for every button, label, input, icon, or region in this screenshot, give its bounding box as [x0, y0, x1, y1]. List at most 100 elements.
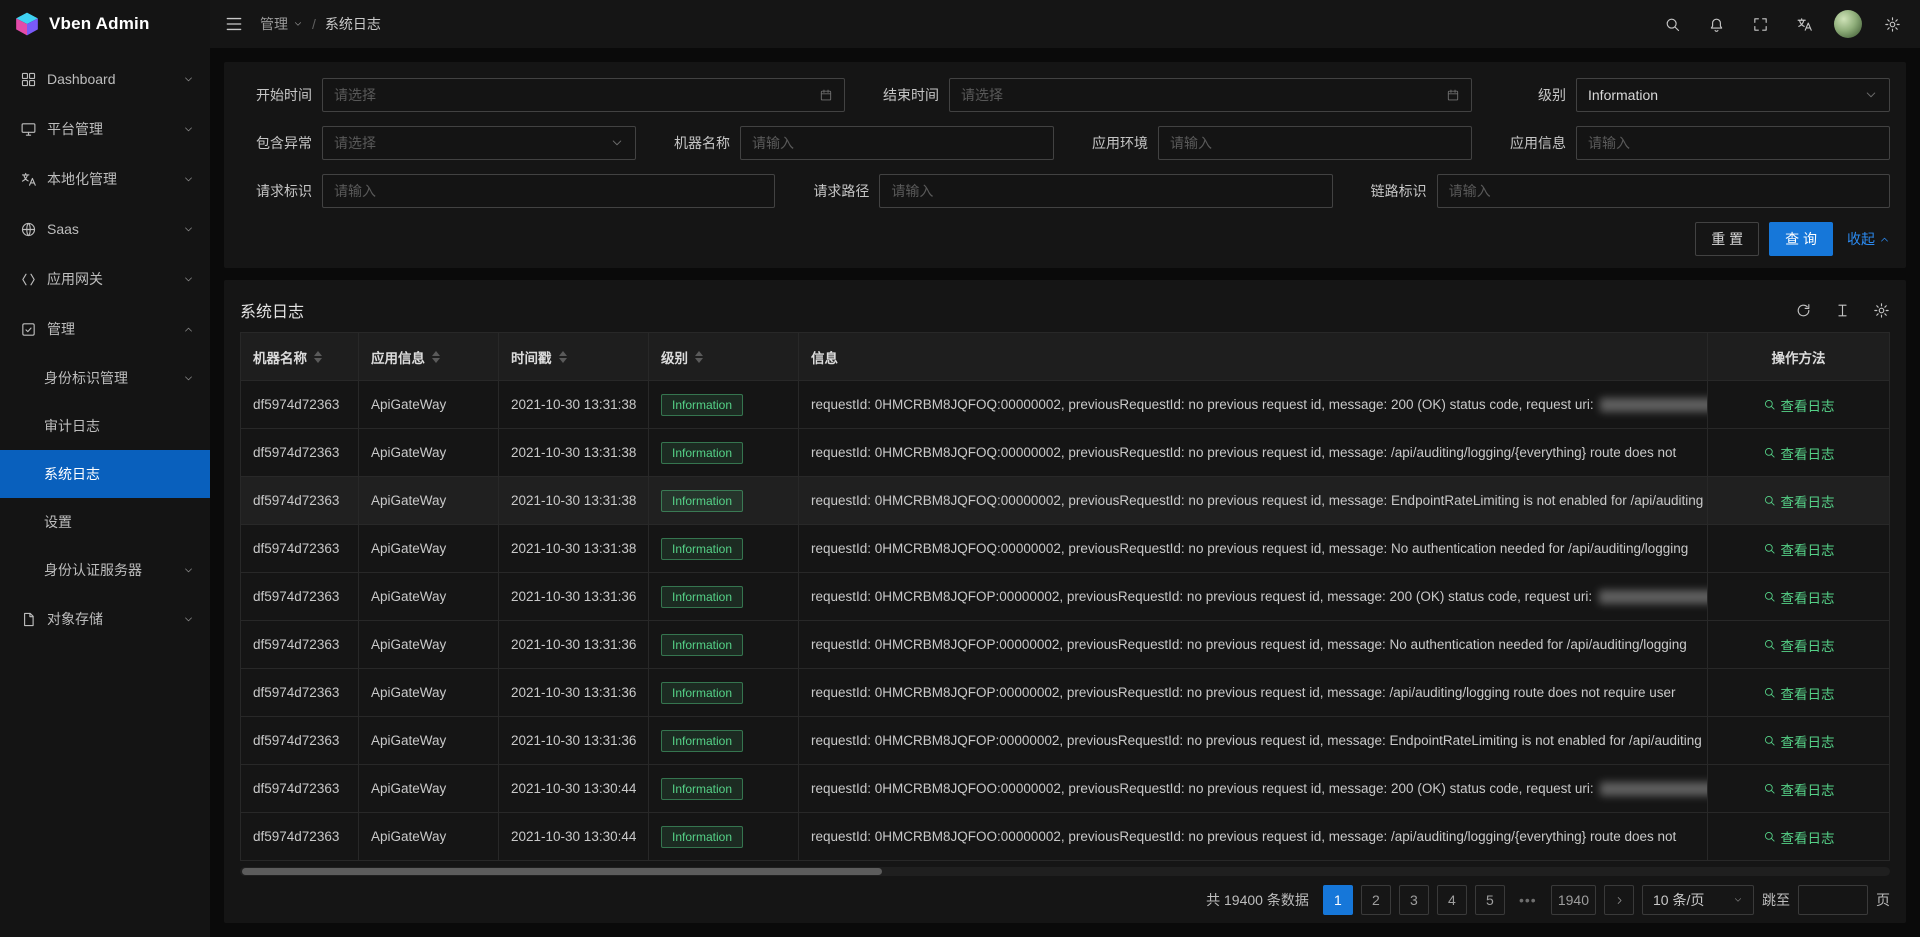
topbar-locale-button[interactable]: [1782, 0, 1826, 48]
end-time-input[interactable]: 请选择: [949, 78, 1472, 112]
sidebar-item-gateway[interactable]: 应用网关: [0, 254, 210, 304]
page-button-3[interactable]: 3: [1399, 885, 1429, 915]
sort-icon[interactable]: [314, 351, 322, 363]
page-button-2[interactable]: 2: [1361, 885, 1391, 915]
column-header-machine[interactable]: 机器名称: [241, 333, 359, 381]
horizontal-scrollbar[interactable]: [240, 867, 1890, 876]
level-input[interactable]: Information: [1576, 78, 1890, 112]
topbar-search-button[interactable]: [1650, 0, 1694, 48]
panel-title: 系统日志: [240, 298, 304, 322]
view-log-button[interactable]: 查看日志: [1763, 827, 1835, 847]
topbar-notifications-button[interactable]: [1694, 0, 1738, 48]
page-button-5[interactable]: 5: [1475, 885, 1505, 915]
trace-id-input[interactable]: 请输入: [1437, 174, 1890, 208]
row-height-icon[interactable]: [1834, 302, 1851, 319]
topbar-fullscreen-button[interactable]: [1738, 0, 1782, 48]
view-log-button[interactable]: 查看日志: [1763, 443, 1835, 463]
sidebar-item-platform[interactable]: 平台管理: [0, 104, 210, 154]
search-icon: [1763, 590, 1776, 603]
app-environment-input[interactable]: 请输入: [1158, 126, 1472, 160]
sidebar-item-settings[interactable]: 设置: [0, 498, 210, 546]
page-buttons: 12345 ••• 1940: [1323, 885, 1596, 915]
sidebar-item-saas[interactable]: Saas: [0, 204, 210, 254]
cell-level: Information: [649, 429, 799, 477]
view-log-button[interactable]: 查看日志: [1763, 731, 1835, 751]
refresh-icon[interactable]: [1795, 302, 1812, 319]
cell-action: 查看日志: [1708, 669, 1890, 717]
user-avatar: [1834, 10, 1862, 38]
sidebar-item-identity-management[interactable]: 身份标识管理: [0, 354, 210, 402]
sort-icon[interactable]: [559, 351, 567, 363]
query-button[interactable]: 查 询: [1769, 222, 1833, 256]
has-exception-input[interactable]: 请选择: [322, 126, 636, 160]
column-label: 信息: [811, 347, 838, 367]
column-header-app[interactable]: 应用信息: [359, 333, 499, 381]
column-header-level[interactable]: 级别: [649, 333, 799, 381]
sidebar-item-object-storage[interactable]: 对象存储: [0, 594, 210, 644]
form-actions: 重 置 查 询 收起: [240, 222, 1890, 256]
topbar-actions: [1650, 0, 1914, 48]
sort-icon[interactable]: [432, 351, 440, 363]
page-button-4[interactable]: 4: [1437, 885, 1467, 915]
redacted-blur: [1600, 782, 1707, 796]
topbar-settings-button[interactable]: [1870, 0, 1914, 48]
view-log-button[interactable]: 查看日志: [1763, 395, 1835, 415]
topbar-avatar-button[interactable]: [1826, 0, 1870, 48]
table-wrap: 机器名称应用信息时间戳级别信息操作方法df5974d72363ApiGateWa…: [240, 332, 1890, 862]
chevron-down-icon: [183, 124, 194, 135]
gateway-icon: [20, 271, 37, 288]
table-row: df5974d72363ApiGateWay2021-10-30 13:31:3…: [241, 477, 1890, 525]
view-log-button[interactable]: 查看日志: [1763, 683, 1835, 703]
jump-input[interactable]: [1798, 885, 1868, 915]
table-row: df5974d72363ApiGateWay2021-10-30 13:31:3…: [241, 429, 1890, 477]
cell-timestamp: 2021-10-30 13:31:36: [499, 621, 649, 669]
page-button-1940[interactable]: 1940: [1551, 885, 1596, 915]
breadcrumb-item[interactable]: 管理: [260, 14, 303, 34]
cell-message: requestId: 0HMCRBM8JQFOO:00000002, previ…: [799, 813, 1708, 861]
sidebar-menu: Dashboard平台管理本地化管理 Saas 应用网关管理身份标识管理审计日志系统…: [0, 48, 210, 937]
request-id-input[interactable]: 请输入: [322, 174, 775, 208]
reset-button[interactable]: 重 置: [1695, 222, 1759, 256]
view-log-button[interactable]: 查看日志: [1763, 587, 1835, 607]
level-badge: Information: [661, 490, 743, 512]
sidebar-item-audit-logs[interactable]: 审计日志: [0, 402, 210, 450]
next-page-button[interactable]: [1604, 885, 1634, 915]
sidebar-item-system-logs[interactable]: 系统日志: [0, 450, 210, 498]
end-time-field: 结束时间请选择: [867, 78, 1472, 112]
app-info-input[interactable]: 请输入: [1576, 126, 1890, 160]
sidebar-item-auth-server[interactable]: 身份认证服务器: [0, 546, 210, 594]
cell-timestamp: 2021-10-30 13:31:36: [499, 669, 649, 717]
sidebar-item-label: 对象存储: [47, 609, 183, 629]
search-form-panel: 开始时间请选择结束时间请选择级别Information包含异常请选择机器名称请输…: [224, 62, 1906, 268]
chevron-down-icon: [183, 174, 194, 185]
view-log-button[interactable]: 查看日志: [1763, 491, 1835, 511]
bell-icon: [1708, 16, 1725, 33]
request-path-input[interactable]: 请输入: [879, 174, 1332, 208]
sidebar: Vben Admin Dashboard平台管理本地化管理Saas应用网关管理身…: [0, 0, 210, 937]
page-ellipsis: •••: [1513, 885, 1543, 915]
view-log-label: 查看日志: [1781, 443, 1835, 463]
view-log-button[interactable]: 查看日志: [1763, 539, 1835, 559]
page-button-1[interactable]: 1: [1323, 885, 1353, 915]
view-log-button[interactable]: 查看日志: [1763, 635, 1835, 655]
sidebar-item-admin[interactable]: 管理: [0, 304, 210, 354]
scrollbar-thumb[interactable]: [242, 868, 882, 875]
machine-name-input[interactable]: 请输入: [740, 126, 1054, 160]
sidebar-item-label: Saas: [47, 221, 183, 237]
page-size-select[interactable]: 10 条/页: [1642, 885, 1754, 915]
field-label: 请求标识: [240, 181, 312, 201]
column-settings-icon[interactable]: [1873, 302, 1890, 319]
search-icon: [1664, 16, 1681, 33]
view-log-button[interactable]: 查看日志: [1763, 779, 1835, 799]
column-header-time[interactable]: 时间戳: [499, 333, 649, 381]
collapse-link[interactable]: 收起: [1847, 229, 1890, 249]
menu-fold-icon[interactable]: [224, 14, 244, 34]
table-row: df5974d72363ApiGateWay2021-10-30 13:31:3…: [241, 573, 1890, 621]
logo[interactable]: Vben Admin: [0, 0, 210, 48]
start-time-input[interactable]: 请选择: [322, 78, 845, 112]
machine-name-field: 机器名称请输入: [658, 126, 1054, 160]
sidebar-item-localization[interactable]: 本地化管理: [0, 154, 210, 204]
sidebar-item-dashboard[interactable]: Dashboard: [0, 54, 210, 104]
sort-icon[interactable]: [695, 351, 703, 363]
table-row: df5974d72363ApiGateWay2021-10-30 13:31:3…: [241, 669, 1890, 717]
